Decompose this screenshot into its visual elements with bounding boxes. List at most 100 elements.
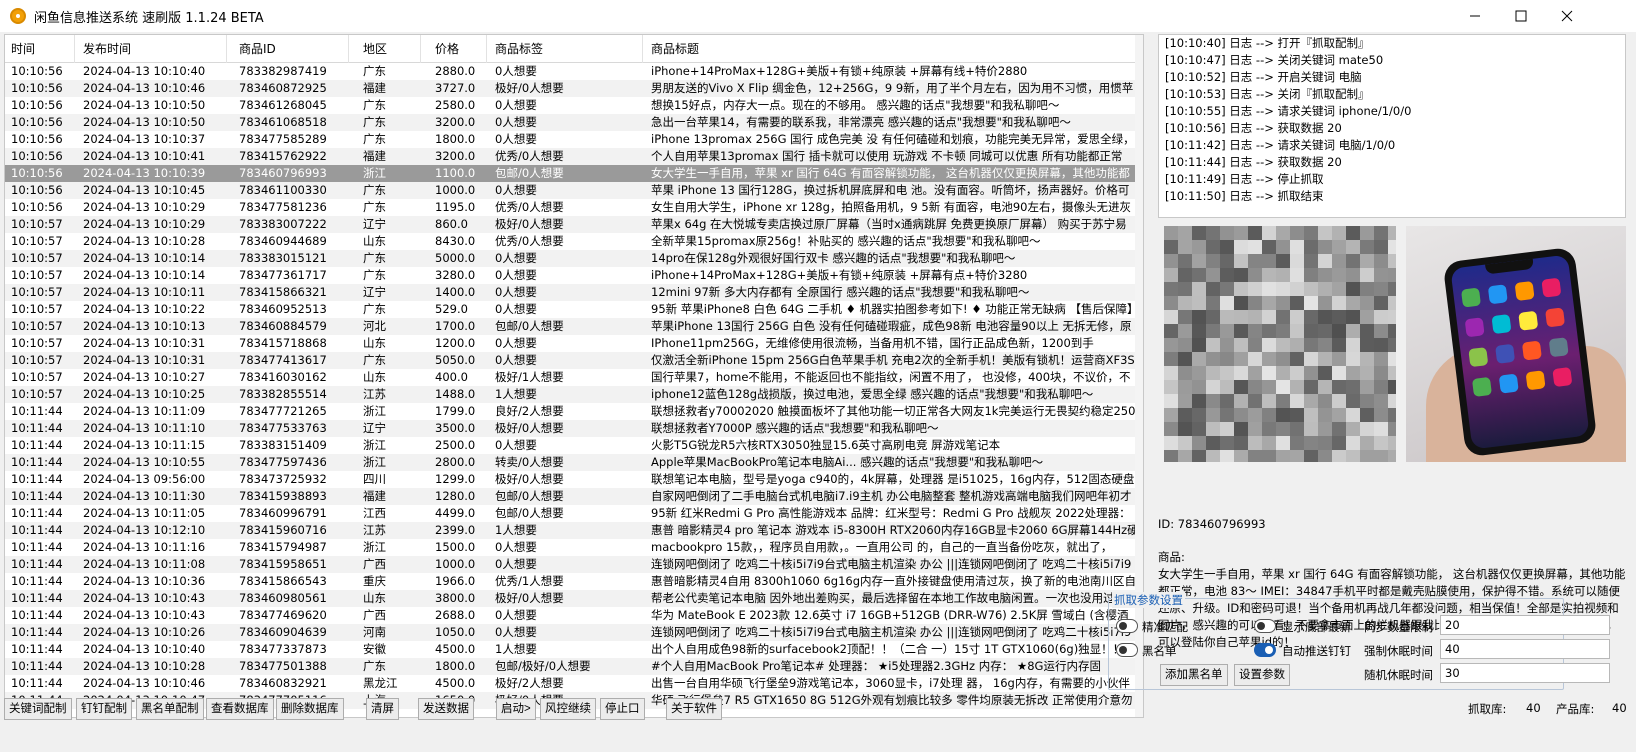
table-cell: 1人想要 — [495, 387, 537, 401]
table-row[interactable]: 10:11:44 2024-04-13 10:11:30 783415938893 福… — [5, 488, 1143, 505]
table-row[interactable]: 10:10:57 2024-04-13 10:10:14 783383015121 广… — [5, 250, 1143, 267]
table-row[interactable]: 10:10:57 2024-04-13 10:10:25 783382855514 江… — [5, 386, 1143, 403]
show-bottom-latest-toggle[interactable] — [1254, 619, 1276, 633]
table-row[interactable]: 10:10:56 2024-04-13 10:10:46 783460872925 福… — [5, 80, 1143, 97]
table-row[interactable]: 10:11:44 2024-04-13 10:10:43 783460980561 山… — [5, 590, 1143, 607]
dingtalk-config-button[interactable]: 钉钉配制 — [76, 698, 132, 720]
forced-sleep-input[interactable]: 40 — [1440, 639, 1610, 659]
delete-database-button[interactable]: 删除数据库 — [276, 698, 344, 720]
column-header-time[interactable]: 时间 — [5, 35, 75, 63]
table-row[interactable]: 10:11:44 2024-04-13 10:10:40 783477337873 安… — [5, 641, 1143, 658]
table-cell: 江苏 — [363, 523, 386, 537]
table-row[interactable]: 10:11:44 2024-04-13 10:11:10 783477533763 辽… — [5, 420, 1143, 437]
table-row[interactable]: 10:11:44 2024-04-13 10:11:16 783415794987 浙… — [5, 539, 1143, 556]
column-header-goods-id[interactable]: 商品ID — [233, 35, 349, 63]
table-row[interactable]: 10:11:44 2024-04-13 10:11:08 783415958651 广… — [5, 556, 1143, 573]
table-cell: 783461068518 — [239, 115, 327, 129]
table-cell: 2024-04-13 10:10:45 — [83, 183, 206, 197]
table-cell: 2024-04-13 10:11:16 — [83, 540, 206, 554]
product-photo[interactable] — [1406, 226, 1626, 462]
keyword-config-button[interactable]: 关键词配制 — [4, 698, 72, 720]
table-row[interactable]: 10:10:56 2024-04-13 10:10:37 783477585289 广… — [5, 131, 1143, 148]
table-row[interactable]: 10:11:44 2024-04-13 10:10:36 783415866543 重… — [5, 573, 1143, 590]
sync-limit-input[interactable]: 20 — [1440, 615, 1610, 635]
view-database-button[interactable]: 查看数据库 — [206, 698, 274, 720]
blacklist-config-button[interactable]: 黑名单配制 — [136, 698, 204, 720]
table-row[interactable]: 10:10:56 2024-04-13 10:10:45 783461100330 广… — [5, 182, 1143, 199]
table-row[interactable]: 10:11:44 2024-04-13 10:10:43 783477469620 广… — [5, 607, 1143, 624]
table-row[interactable]: 10:11:44 2024-04-13 10:10:46 783460832921 黑… — [5, 675, 1143, 692]
results-table: 时间 发布时间 商品ID 地区 价格 商品标签 商品标题 10:10:56 202… — [4, 34, 1144, 718]
table-cell: 包邮/0人想要 — [495, 489, 564, 503]
table-cell: 极好/0人想要 — [495, 472, 564, 486]
table-row[interactable]: 10:10:57 2024-04-13 10:10:28 783460944689 山… — [5, 233, 1143, 250]
close-icon[interactable] — [1544, 0, 1590, 32]
log-line: [10:10:52] 日志 --> 开启关键词 电脑 — [1165, 70, 1362, 84]
table-row[interactable]: 10:11:44 2024-04-13 10:10:28 783477501388 广… — [5, 658, 1143, 675]
set-params-button[interactable]: 设置参数 — [1234, 664, 1290, 686]
table-cell: 2880.0 — [435, 64, 476, 78]
about-button[interactable]: 关于软件 — [666, 698, 722, 720]
column-header-region[interactable]: 地区 — [357, 35, 421, 63]
table-row[interactable]: 10:10:57 2024-04-13 10:10:14 783477361717 广… — [5, 267, 1143, 284]
table-row[interactable]: 10:10:57 2024-04-13 10:10:31 783415718868 山… — [5, 335, 1143, 352]
table-row[interactable]: 10:10:57 2024-04-13 10:10:27 783416030162 山… — [5, 369, 1143, 386]
table-row[interactable]: 10:10:56 2024-04-13 10:10:50 783461068518 广… — [5, 114, 1143, 131]
table-cell: 3200.0 — [435, 149, 476, 163]
table-cell: 1800.0 — [435, 132, 476, 146]
product-db-label: 产品库: — [1556, 702, 1595, 716]
table-row[interactable]: 10:10:56 2024-04-13 10:10:29 783477581236 广… — [5, 199, 1143, 216]
blacklist-toggle[interactable] — [1116, 643, 1138, 657]
maximize-icon[interactable] — [1498, 0, 1544, 32]
risk-continue-button[interactable]: 风控继续 — [540, 698, 596, 720]
clear-screen-button[interactable]: 清屏 — [366, 698, 399, 720]
column-header-price[interactable]: 价格 — [429, 35, 487, 63]
table-row[interactable]: 10:11:44 2024-04-13 10:12:10 783415960716 江… — [5, 522, 1143, 539]
app-logo-icon — [10, 8, 26, 24]
table-row[interactable]: 10:10:56 2024-04-13 10:10:40 783382987419 广… — [5, 63, 1143, 80]
stop-button[interactable]: 停止口 — [600, 698, 645, 720]
table-cell: 重庆 — [363, 574, 386, 588]
table-row[interactable]: 10:10:57 2024-04-13 10:10:13 783460884579 河… — [5, 318, 1143, 335]
table-cell: 2024-04-13 10:10:55 — [83, 455, 206, 469]
auto-push-dingtalk-toggle[interactable] — [1254, 643, 1276, 657]
table-row[interactable]: 10:11:44 2024-04-13 10:11:05 783460996791 江… — [5, 505, 1143, 522]
send-data-button[interactable]: 发送数据 — [418, 698, 474, 720]
table-row[interactable]: 10:10:57 2024-04-13 10:10:11 783415866321 辽… — [5, 284, 1143, 301]
start-button[interactable]: 启动> — [496, 698, 536, 720]
table-cell: 极好/0人想要 — [495, 81, 564, 95]
table-row[interactable]: 10:10:56 2024-04-13 10:10:41 783415762922 福… — [5, 148, 1143, 165]
table-cell: 浙江 — [363, 540, 386, 554]
table-row[interactable]: 10:10:57 2024-04-13 10:10:31 783477413617 广… — [5, 352, 1143, 369]
table-row[interactable]: 10:10:56 2024-04-13 10:10:39 783460796993 浙… — [5, 165, 1143, 182]
add-blacklist-button[interactable]: 添加黑名单 — [1160, 664, 1228, 686]
column-header-title[interactable]: 商品标题 — [645, 35, 1143, 63]
minimize-icon[interactable] — [1452, 0, 1498, 32]
table-cell: 10:11:44 — [11, 608, 63, 622]
table-cell: 2024-04-13 10:10:36 — [83, 574, 206, 588]
table-row[interactable]: 10:10:57 2024-04-13 10:10:22 783460952513 广… — [5, 301, 1143, 318]
window-title: 闲鱼信息推送系统 速刷版 1.1.24 BETA — [34, 11, 264, 26]
column-header-tags[interactable]: 商品标签 — [489, 35, 643, 63]
table-cell: 个人自用苹果13promax 国行 插卡就可以使用 玩游戏 不卡顿 同城可以优惠… — [651, 149, 1123, 163]
random-sleep-input[interactable]: 30 — [1440, 663, 1610, 683]
table-cell: 860.0 — [435, 217, 468, 231]
table-row[interactable]: 10:11:44 2024-04-13 09:56:00 783473725932 四… — [5, 471, 1143, 488]
table-cell: 0人想要 — [495, 132, 537, 146]
table-cell: 10:11:44 — [11, 404, 63, 418]
table-row[interactable]: 10:11:44 2024-04-13 10:10:26 783460904639 河… — [5, 624, 1143, 641]
table-row[interactable]: 10:11:44 2024-04-13 10:11:09 783477721265 浙… — [5, 403, 1143, 420]
precise-match-toggle[interactable] — [1116, 619, 1138, 633]
table-row[interactable]: 10:10:57 2024-04-13 10:10:29 783383007222 辽… — [5, 216, 1143, 233]
table-cell: 95新 红米Redmi G Pro 高性能游戏本 品牌：红米型号：Redmi G… — [651, 506, 1131, 520]
table-row[interactable]: 10:11:44 2024-04-13 10:11:15 783383151409 浙… — [5, 437, 1143, 454]
table-cell: 783477469620 — [239, 608, 327, 622]
table-row[interactable]: 10:11:44 2024-04-13 10:10:55 783477597436 浙… — [5, 454, 1143, 471]
column-header-publish-time[interactable]: 发布时间 — [77, 35, 227, 63]
table-cell: 辽宁 — [363, 421, 386, 435]
table-cell: 10:11:44 — [11, 591, 63, 605]
table-row[interactable]: 10:10:56 2024-04-13 10:10:50 783461268045 广… — [5, 97, 1143, 114]
table-cell: 2024-04-13 10:10:28 — [83, 234, 206, 248]
table-cell: 783415960716 — [239, 523, 327, 537]
table-cell: 10:10:56 — [11, 149, 63, 163]
